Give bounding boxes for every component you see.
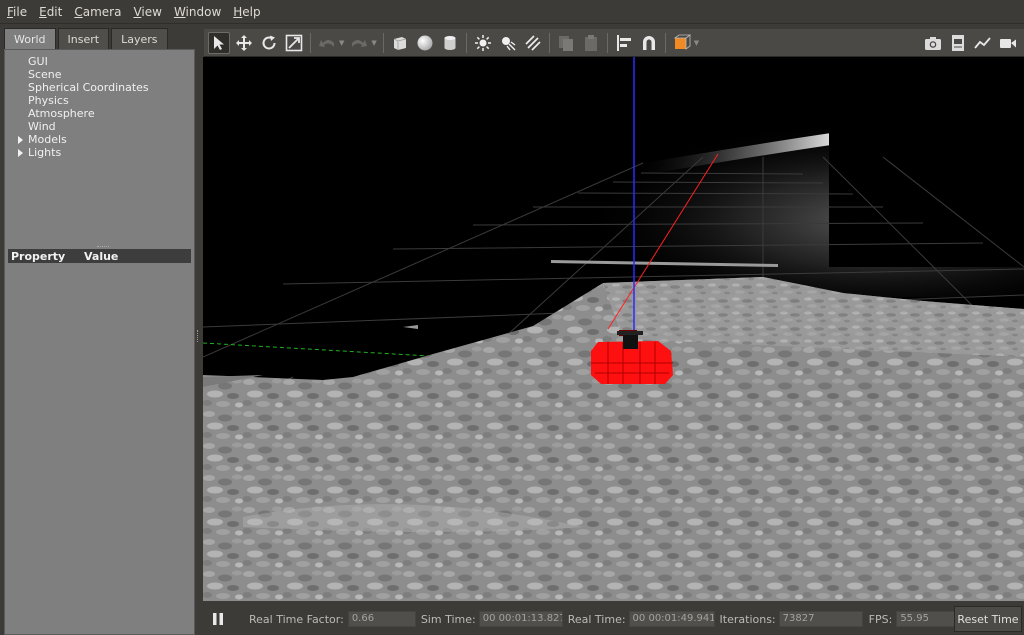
- screenshot-icon[interactable]: [922, 32, 944, 54]
- real-time-factor-label: Real Time Factor:: [249, 612, 344, 626]
- select-arrow-icon[interactable]: [208, 31, 230, 54]
- menu-help-mnemonic: H: [233, 4, 243, 19]
- directional-light-icon[interactable]: [522, 32, 544, 54]
- point-light-icon[interactable]: [472, 32, 494, 54]
- value-column-header: Value: [84, 249, 119, 263]
- tree-item-lights[interactable]: Lights: [5, 146, 194, 159]
- tree-item-models[interactable]: Models: [5, 133, 194, 146]
- translate-icon[interactable]: [233, 32, 255, 54]
- sim-time-label: Sim Time:: [420, 612, 476, 626]
- tree-item-label: Lights: [28, 146, 62, 159]
- iterations-label: Iterations:: [719, 612, 776, 626]
- real-time-value: 00 00:01:49.941: [628, 611, 715, 627]
- toolbar-separator: [664, 32, 666, 53]
- panel-splitter-handle[interactable]: [97, 246, 109, 248]
- sim-time-value: 00 00:01:13.827: [478, 611, 563, 627]
- sphere-icon[interactable]: [414, 32, 436, 54]
- tab-insert[interactable]: Insert: [57, 28, 110, 50]
- property-table-header: Property Value: [8, 249, 191, 263]
- reset-time-button[interactable]: Reset Time: [954, 606, 1022, 632]
- tree-item-label: Scene: [28, 68, 62, 81]
- tree-item-wind[interactable]: Wind: [5, 120, 194, 133]
- snap-icon[interactable]: [638, 32, 660, 54]
- spot-light-icon[interactable]: [497, 32, 519, 54]
- menubar: File Edit Camera View Window Help: [0, 0, 1024, 24]
- menu-edit-mnemonic: E: [39, 4, 47, 19]
- tree-item-scene[interactable]: Scene: [5, 68, 194, 81]
- expand-arrow-icon[interactable]: [18, 136, 23, 144]
- iterations-value: 73827: [778, 611, 863, 627]
- pause-button[interactable]: [205, 606, 231, 632]
- expand-arrow-icon[interactable]: [18, 149, 23, 157]
- tree-item-label: Physics: [28, 94, 69, 107]
- tree-item-spherical-coordinates[interactable]: Spherical Coordinates: [5, 81, 194, 94]
- tree-item-label: Models: [28, 133, 67, 146]
- toolbar-separator: [465, 32, 467, 53]
- menu-file[interactable]: File: [2, 0, 32, 24]
- menu-help[interactable]: Help: [228, 0, 265, 24]
- tree-item-physics[interactable]: Physics: [5, 94, 194, 107]
- menu-file-label: ile: [13, 4, 28, 19]
- redo-icon[interactable]: [348, 32, 370, 54]
- real-time-label: Real Time:: [567, 612, 626, 626]
- menu-window-mnemonic: W: [173, 4, 186, 19]
- pause-icon: [213, 613, 223, 625]
- left-panel: World Insert Layers GUI Scene Spherical …: [4, 28, 197, 635]
- status-bar: Real Time Factor: 0.66 Sim Time: 00 00:0…: [203, 603, 1024, 635]
- menu-view-label: iew: [141, 4, 162, 19]
- world-tree: GUI Scene Spherical Coordinates Physics …: [5, 55, 194, 159]
- menu-edit-label: dit: [46, 4, 63, 19]
- world-tab-body: GUI Scene Spherical Coordinates Physics …: [4, 49, 195, 635]
- box-icon[interactable]: [389, 32, 411, 54]
- undo-dropdown-icon[interactable]: ▼: [339, 39, 344, 47]
- rotate-icon[interactable]: [258, 32, 280, 54]
- tree-item-label: Wind: [28, 120, 56, 133]
- menu-edit[interactable]: Edit: [34, 0, 67, 24]
- view-angle-icon[interactable]: [671, 32, 693, 54]
- log-icon[interactable]: [947, 32, 969, 54]
- toolbar-separator: [382, 32, 384, 53]
- toolbar-separator: [310, 32, 311, 53]
- menu-camera[interactable]: Camera: [69, 0, 126, 24]
- scale-icon[interactable]: [283, 32, 305, 54]
- toolbar: ▼ ▼ ▼: [204, 29, 1024, 57]
- fps-label: FPS:: [868, 612, 893, 626]
- scene-render: [203, 57, 1024, 601]
- tab-world[interactable]: World: [4, 28, 56, 50]
- redo-dropdown-icon[interactable]: ▼: [371, 39, 376, 47]
- cylinder-icon[interactable]: [439, 32, 461, 54]
- paste-icon[interactable]: [580, 32, 602, 54]
- menu-view[interactable]: View: [128, 0, 166, 24]
- view-angle-dropdown-icon[interactable]: ▼: [694, 39, 699, 47]
- tree-item-label: GUI: [28, 55, 48, 68]
- menu-camera-mnemonic: C: [74, 4, 83, 19]
- align-icon[interactable]: [613, 32, 635, 54]
- tab-layers[interactable]: Layers: [111, 28, 168, 50]
- tree-item-gui[interactable]: GUI: [5, 55, 194, 68]
- toolbar-separator: [606, 32, 608, 53]
- gazebo-window: File Edit Camera View Window Help World …: [0, 0, 1024, 635]
- tree-item-atmosphere[interactable]: Atmosphere: [5, 107, 194, 120]
- menu-help-label: elp: [242, 4, 261, 19]
- left-panel-resize-handle[interactable]: [197, 330, 200, 342]
- tree-item-label: Spherical Coordinates: [28, 81, 149, 94]
- copy-icon[interactable]: [555, 32, 577, 54]
- toolbar-right-group: [922, 32, 1022, 54]
- real-time-factor-value: 0.66: [347, 611, 416, 627]
- property-column-header: Property: [11, 249, 66, 263]
- undo-icon[interactable]: [316, 32, 338, 54]
- menu-window-label: indow: [185, 4, 222, 19]
- left-panel-tabs: World Insert Layers: [4, 28, 170, 50]
- menu-camera-label: amera: [82, 4, 122, 19]
- tree-item-label: Atmosphere: [28, 107, 95, 120]
- menu-window[interactable]: Window: [169, 0, 226, 24]
- plot-icon[interactable]: [972, 32, 994, 54]
- toolbar-separator: [548, 32, 550, 53]
- video-icon[interactable]: [997, 32, 1019, 54]
- scene-viewport[interactable]: [203, 57, 1024, 601]
